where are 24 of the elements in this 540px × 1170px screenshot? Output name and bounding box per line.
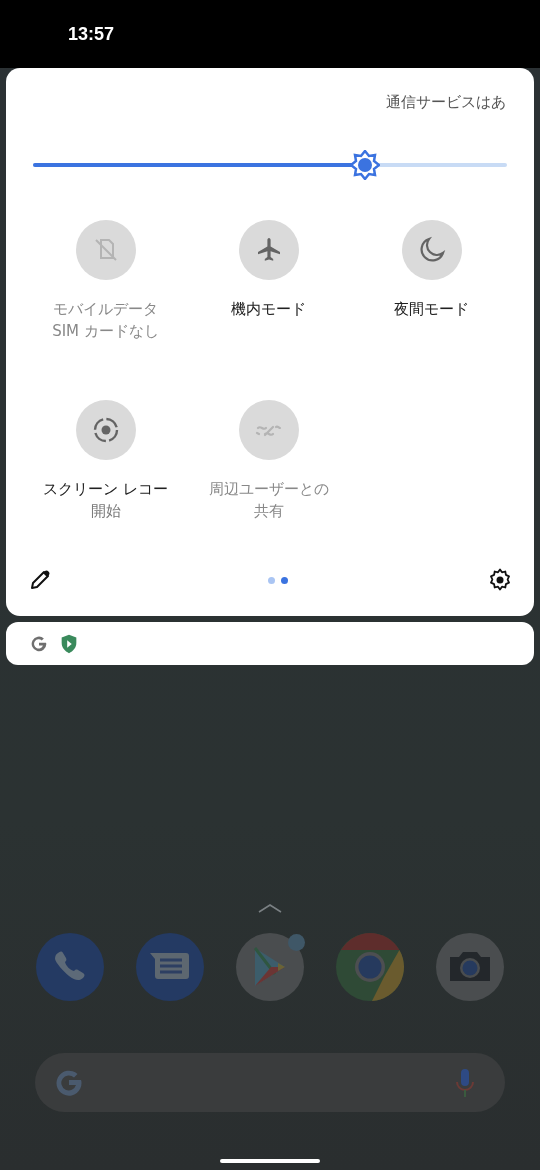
brightness-thumb[interactable] <box>349 150 380 180</box>
page-indicator-dot[interactable] <box>268 576 275 584</box>
tile-subtitle: SIM カードなし <box>52 321 159 342</box>
tile-label: 周辺ユーザーとの <box>208 479 329 500</box>
phone-app-icon[interactable] <box>36 933 104 1001</box>
microphone-icon[interactable] <box>455 1066 475 1099</box>
tile-label: 夜間モード <box>394 299 469 320</box>
play-store-app-icon[interactable] <box>236 933 304 1001</box>
brightness-slider[interactable] <box>33 150 507 180</box>
page-indicator-dot[interactable] <box>281 576 288 584</box>
messages-app-icon[interactable] <box>136 933 204 1001</box>
tile-subtitle: 開始 <box>90 501 121 522</box>
settings-icon[interactable] <box>488 568 512 592</box>
tile-label: スクリーン レコー <box>43 479 168 500</box>
tile-label: 機内モード <box>231 299 306 320</box>
home-indicator[interactable] <box>220 1159 320 1163</box>
carrier-text: 通信サービスはあ <box>386 92 506 112</box>
pencil-icon[interactable] <box>28 568 52 592</box>
chrome-app-icon[interactable] <box>336 933 404 1001</box>
camera-app-icon[interactable] <box>436 933 504 1001</box>
chevron-up-icon[interactable] <box>258 903 282 913</box>
tile-label: モバイルデータ <box>53 299 158 320</box>
clock-time: 13:57 <box>68 23 115 45</box>
tile-subtitle: 共有 <box>253 501 284 522</box>
